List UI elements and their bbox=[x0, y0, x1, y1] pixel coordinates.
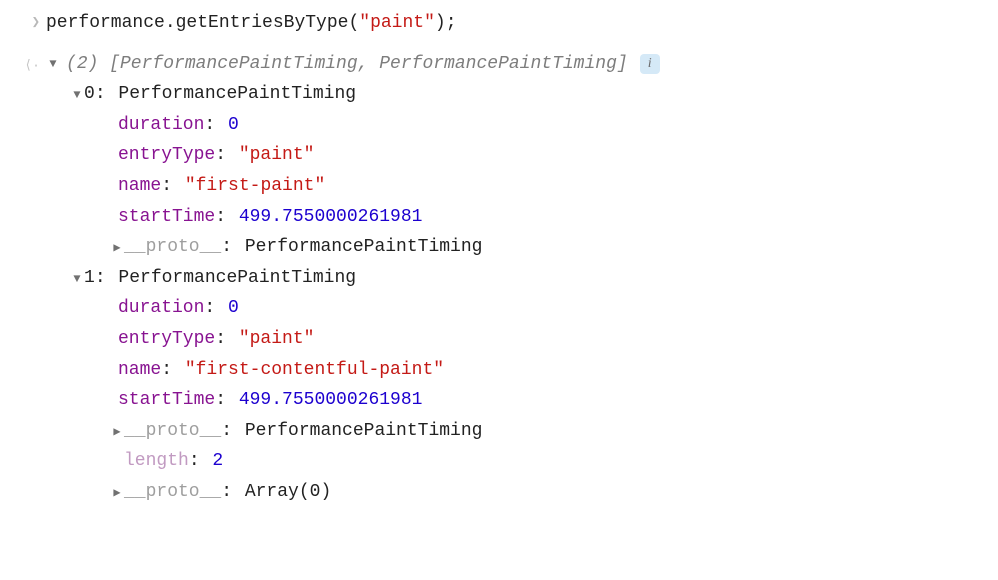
code-string-arg: "paint" bbox=[359, 13, 435, 33]
array-proto[interactable]: __proto__: Array(0) bbox=[46, 477, 994, 508]
prop-name[interactable]: name: "first-paint" bbox=[46, 171, 994, 202]
prop-value: 499.7550000261981 bbox=[239, 202, 423, 233]
prop-key: startTime bbox=[118, 385, 215, 416]
length-value: 2 bbox=[212, 446, 223, 477]
prop-key: name bbox=[118, 355, 161, 386]
prop-key: duration bbox=[118, 110, 204, 141]
entry-index: 0 bbox=[84, 79, 95, 110]
prop-value: "first-paint" bbox=[185, 171, 325, 202]
entry-0-header[interactable]: 0: PerformancePaintTiming bbox=[46, 79, 994, 110]
code-call: performance.getEntriesByType( bbox=[46, 13, 359, 33]
console-result-row: ⟨· (2) [PerformancePaintTiming, Performa… bbox=[4, 49, 994, 508]
prop-value: "paint" bbox=[239, 324, 315, 355]
prop-value: 0 bbox=[228, 110, 239, 141]
console-input-row: ❯ performance.getEntriesByType("paint"); bbox=[4, 8, 994, 39]
chevron-down-icon[interactable] bbox=[70, 269, 84, 289]
prop-duration[interactable]: duration: 0 bbox=[46, 110, 994, 141]
summary-text: (2) [PerformancePaintTiming, Performance… bbox=[66, 49, 628, 80]
prop-proto[interactable]: __proto__: PerformancePaintTiming bbox=[46, 232, 994, 263]
entry-class: PerformancePaintTiming bbox=[118, 263, 356, 294]
prop-starttime[interactable]: startTime: 499.7550000261981 bbox=[46, 202, 994, 233]
result-gutter: ⟨· bbox=[4, 49, 46, 77]
input-gutter: ❯ bbox=[4, 8, 46, 36]
length-key: length bbox=[124, 446, 189, 477]
chevron-down-icon[interactable] bbox=[46, 54, 60, 74]
proto-value: PerformancePaintTiming bbox=[245, 416, 483, 447]
entry-index: 1 bbox=[84, 263, 95, 294]
prop-length[interactable]: length: 2 bbox=[46, 446, 994, 477]
info-badge-icon[interactable]: i bbox=[640, 54, 660, 74]
prop-value: "paint" bbox=[239, 140, 315, 171]
result-summary[interactable]: (2) [PerformancePaintTiming, Performance… bbox=[46, 49, 994, 80]
prop-proto[interactable]: __proto__: PerformancePaintTiming bbox=[46, 416, 994, 447]
chevron-down-icon[interactable] bbox=[70, 85, 84, 105]
prop-value: 499.7550000261981 bbox=[239, 385, 423, 416]
chevron-right-icon[interactable] bbox=[110, 238, 124, 258]
chevron-right-icon[interactable] bbox=[110, 422, 124, 442]
proto-value: Array(0) bbox=[245, 477, 331, 508]
prop-duration[interactable]: duration: 0 bbox=[46, 293, 994, 324]
prop-name[interactable]: name: "first-contentful-paint" bbox=[46, 355, 994, 386]
prop-entrytype[interactable]: entryType: "paint" bbox=[46, 324, 994, 355]
colon: : bbox=[95, 79, 119, 110]
prompt-icon: ❯ bbox=[32, 8, 40, 36]
chevron-right-icon[interactable] bbox=[110, 483, 124, 503]
result-icon: ⟨· bbox=[24, 49, 40, 77]
entry-1-header[interactable]: 1: PerformancePaintTiming bbox=[46, 263, 994, 294]
proto-key: __proto__ bbox=[124, 416, 221, 447]
prop-entrytype[interactable]: entryType: "paint" bbox=[46, 140, 994, 171]
entry-class: PerformancePaintTiming bbox=[118, 79, 356, 110]
prop-starttime[interactable]: startTime: 499.7550000261981 bbox=[46, 385, 994, 416]
prop-value: "first-contentful-paint" bbox=[185, 355, 444, 386]
prop-key: entryType bbox=[118, 324, 215, 355]
prop-key: entryType bbox=[118, 140, 215, 171]
proto-value: PerformancePaintTiming bbox=[245, 232, 483, 263]
prop-value: 0 bbox=[228, 293, 239, 324]
console-result: (2) [PerformancePaintTiming, Performance… bbox=[46, 49, 994, 508]
proto-key: __proto__ bbox=[124, 232, 221, 263]
prop-key: name bbox=[118, 171, 161, 202]
result-tree: 0: PerformancePaintTiming duration: 0 en… bbox=[46, 79, 994, 507]
proto-key: __proto__ bbox=[124, 477, 221, 508]
console-input[interactable]: performance.getEntriesByType("paint"); bbox=[46, 8, 994, 39]
prop-key: duration bbox=[118, 293, 204, 324]
code-closing: ); bbox=[435, 13, 457, 33]
prop-key: startTime bbox=[118, 202, 215, 233]
